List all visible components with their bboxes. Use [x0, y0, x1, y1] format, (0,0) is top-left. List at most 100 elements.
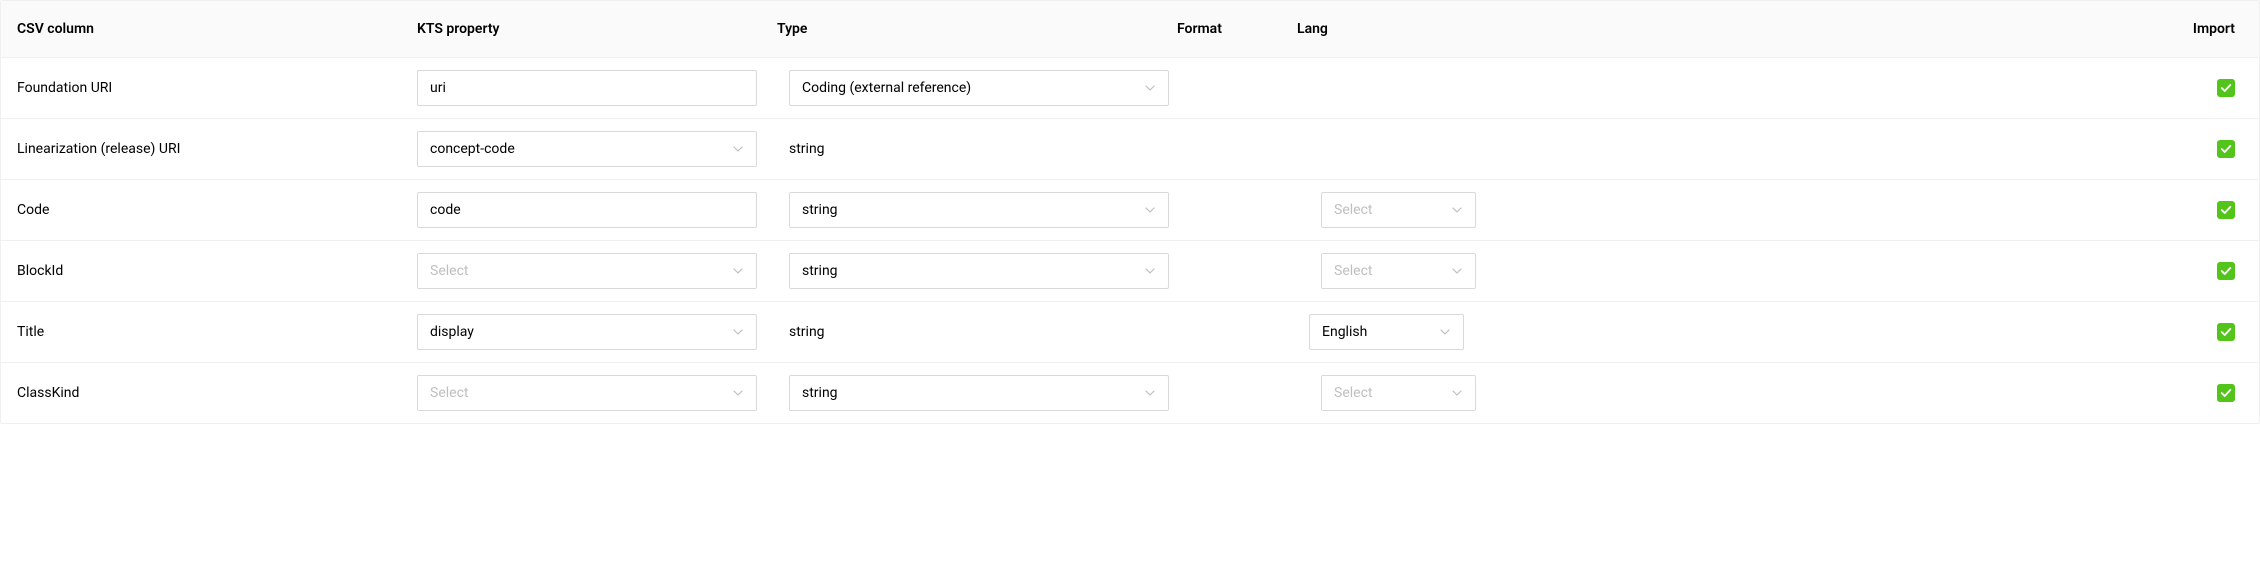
- kts-cell: display: [401, 302, 773, 362]
- header-lang: Lang: [1281, 9, 1456, 49]
- type-cell: string: [773, 363, 1185, 423]
- chevron-down-icon: [1451, 265, 1463, 277]
- type-cell: Coding (external reference): [773, 58, 1185, 118]
- kts-property-input[interactable]: code: [417, 192, 757, 228]
- kts-cell: code: [401, 180, 773, 240]
- type-select[interactable]: string: [789, 192, 1169, 228]
- type-text: string: [789, 324, 825, 340]
- kts-cell: Select: [401, 241, 773, 301]
- chevron-down-icon: [1144, 265, 1156, 277]
- select-value: Select: [430, 385, 468, 401]
- import-cell: [1468, 128, 2259, 170]
- chevron-down-icon: [732, 143, 744, 155]
- chevron-down-icon: [1451, 387, 1463, 399]
- lang-cell: English: [1293, 302, 1480, 362]
- chevron-down-icon: [732, 265, 744, 277]
- csv-column-name: Linearization (release) URI: [1, 129, 401, 169]
- table-body: Foundation URIuriCoding (external refere…: [1, 58, 2259, 423]
- import-checkbox[interactable]: [2217, 262, 2235, 280]
- lang-cell: [1305, 76, 1480, 100]
- import-checkbox[interactable]: [2217, 79, 2235, 97]
- select-value: Coding (external reference): [802, 80, 971, 96]
- check-icon: [2220, 143, 2232, 155]
- chevron-down-icon: [1451, 204, 1463, 216]
- select-value: Select: [430, 263, 468, 279]
- import-cell: [1492, 372, 2259, 414]
- table-row: Title display string English: [1, 302, 2259, 363]
- select-value: display: [430, 324, 474, 340]
- check-icon: [2220, 204, 2232, 216]
- chevron-down-icon: [1144, 204, 1156, 216]
- select-value: string: [802, 263, 838, 279]
- format-cell: [1185, 259, 1305, 283]
- check-icon: [2220, 326, 2232, 338]
- header-csv-column: CSV column: [1, 9, 401, 49]
- chevron-down-icon: [732, 387, 744, 399]
- check-icon: [2220, 387, 2232, 399]
- type-select[interactable]: string: [789, 375, 1169, 411]
- header-row: CSV column KTS property Type Format Lang…: [1, 1, 2259, 57]
- select-value: Select: [1334, 202, 1372, 218]
- kts-cell: concept-code: [401, 119, 773, 179]
- table-row: BlockId Select string Select: [1, 241, 2259, 302]
- input-value: code: [430, 202, 461, 218]
- table-header: CSV column KTS property Type Format Lang…: [1, 1, 2259, 58]
- format-cell: [1173, 320, 1293, 344]
- import-checkbox[interactable]: [2217, 201, 2235, 219]
- select-value: concept-code: [430, 141, 515, 157]
- import-cell: [1480, 67, 2259, 109]
- header-kts-property: KTS property: [401, 9, 761, 49]
- table-row: Code code string Select: [1, 180, 2259, 241]
- kts-property-select[interactable]: display: [417, 314, 757, 350]
- kts-property-input[interactable]: uri: [417, 70, 757, 106]
- lang-select[interactable]: Select: [1321, 253, 1476, 289]
- lang-cell: Select: [1305, 363, 1492, 423]
- lang-select[interactable]: Select: [1321, 192, 1476, 228]
- header-format: Format: [1161, 9, 1281, 49]
- check-icon: [2220, 82, 2232, 94]
- type-cell: string: [773, 129, 1173, 169]
- select-value: Select: [1334, 385, 1372, 401]
- import-checkbox[interactable]: [2217, 384, 2235, 402]
- header-import: Import: [1456, 9, 2259, 49]
- import-cell: [1492, 189, 2259, 231]
- lang-cell: Select: [1305, 241, 1492, 301]
- lang-select[interactable]: Select: [1321, 375, 1476, 411]
- format-cell: [1173, 137, 1293, 161]
- import-cell: [1492, 250, 2259, 292]
- kts-property-select[interactable]: Select: [417, 375, 757, 411]
- chevron-down-icon: [1144, 387, 1156, 399]
- mapping-table: CSV column KTS property Type Format Lang…: [0, 0, 2260, 424]
- kts-property-select[interactable]: concept-code: [417, 131, 757, 167]
- import-checkbox[interactable]: [2217, 140, 2235, 158]
- select-value: English: [1322, 324, 1367, 340]
- input-value: uri: [430, 80, 446, 96]
- table-row: ClassKind Select string Select: [1, 363, 2259, 423]
- import-cell: [1480, 311, 2259, 353]
- csv-column-name: ClassKind: [1, 373, 401, 413]
- type-cell: string: [773, 241, 1185, 301]
- lang-cell: Select: [1305, 180, 1492, 240]
- select-value: string: [802, 385, 838, 401]
- format-cell: [1185, 198, 1305, 222]
- lang-cell: [1293, 137, 1468, 161]
- import-checkbox[interactable]: [2217, 323, 2235, 341]
- lang-select[interactable]: English: [1309, 314, 1464, 350]
- chevron-down-icon: [1144, 82, 1156, 94]
- csv-column-name: Code: [1, 190, 401, 230]
- format-cell: [1185, 381, 1305, 405]
- check-icon: [2220, 265, 2232, 277]
- kts-property-select[interactable]: Select: [417, 253, 757, 289]
- csv-column-name: Title: [1, 312, 401, 352]
- type-cell: string: [773, 180, 1185, 240]
- select-value: Select: [1334, 263, 1372, 279]
- chevron-down-icon: [732, 326, 744, 338]
- format-cell: [1185, 76, 1305, 100]
- header-type: Type: [761, 9, 1161, 49]
- kts-cell: uri: [401, 58, 773, 118]
- type-select[interactable]: Coding (external reference): [789, 70, 1169, 106]
- chevron-down-icon: [1439, 326, 1451, 338]
- csv-column-name: BlockId: [1, 251, 401, 291]
- type-select[interactable]: string: [789, 253, 1169, 289]
- type-text: string: [789, 141, 825, 157]
